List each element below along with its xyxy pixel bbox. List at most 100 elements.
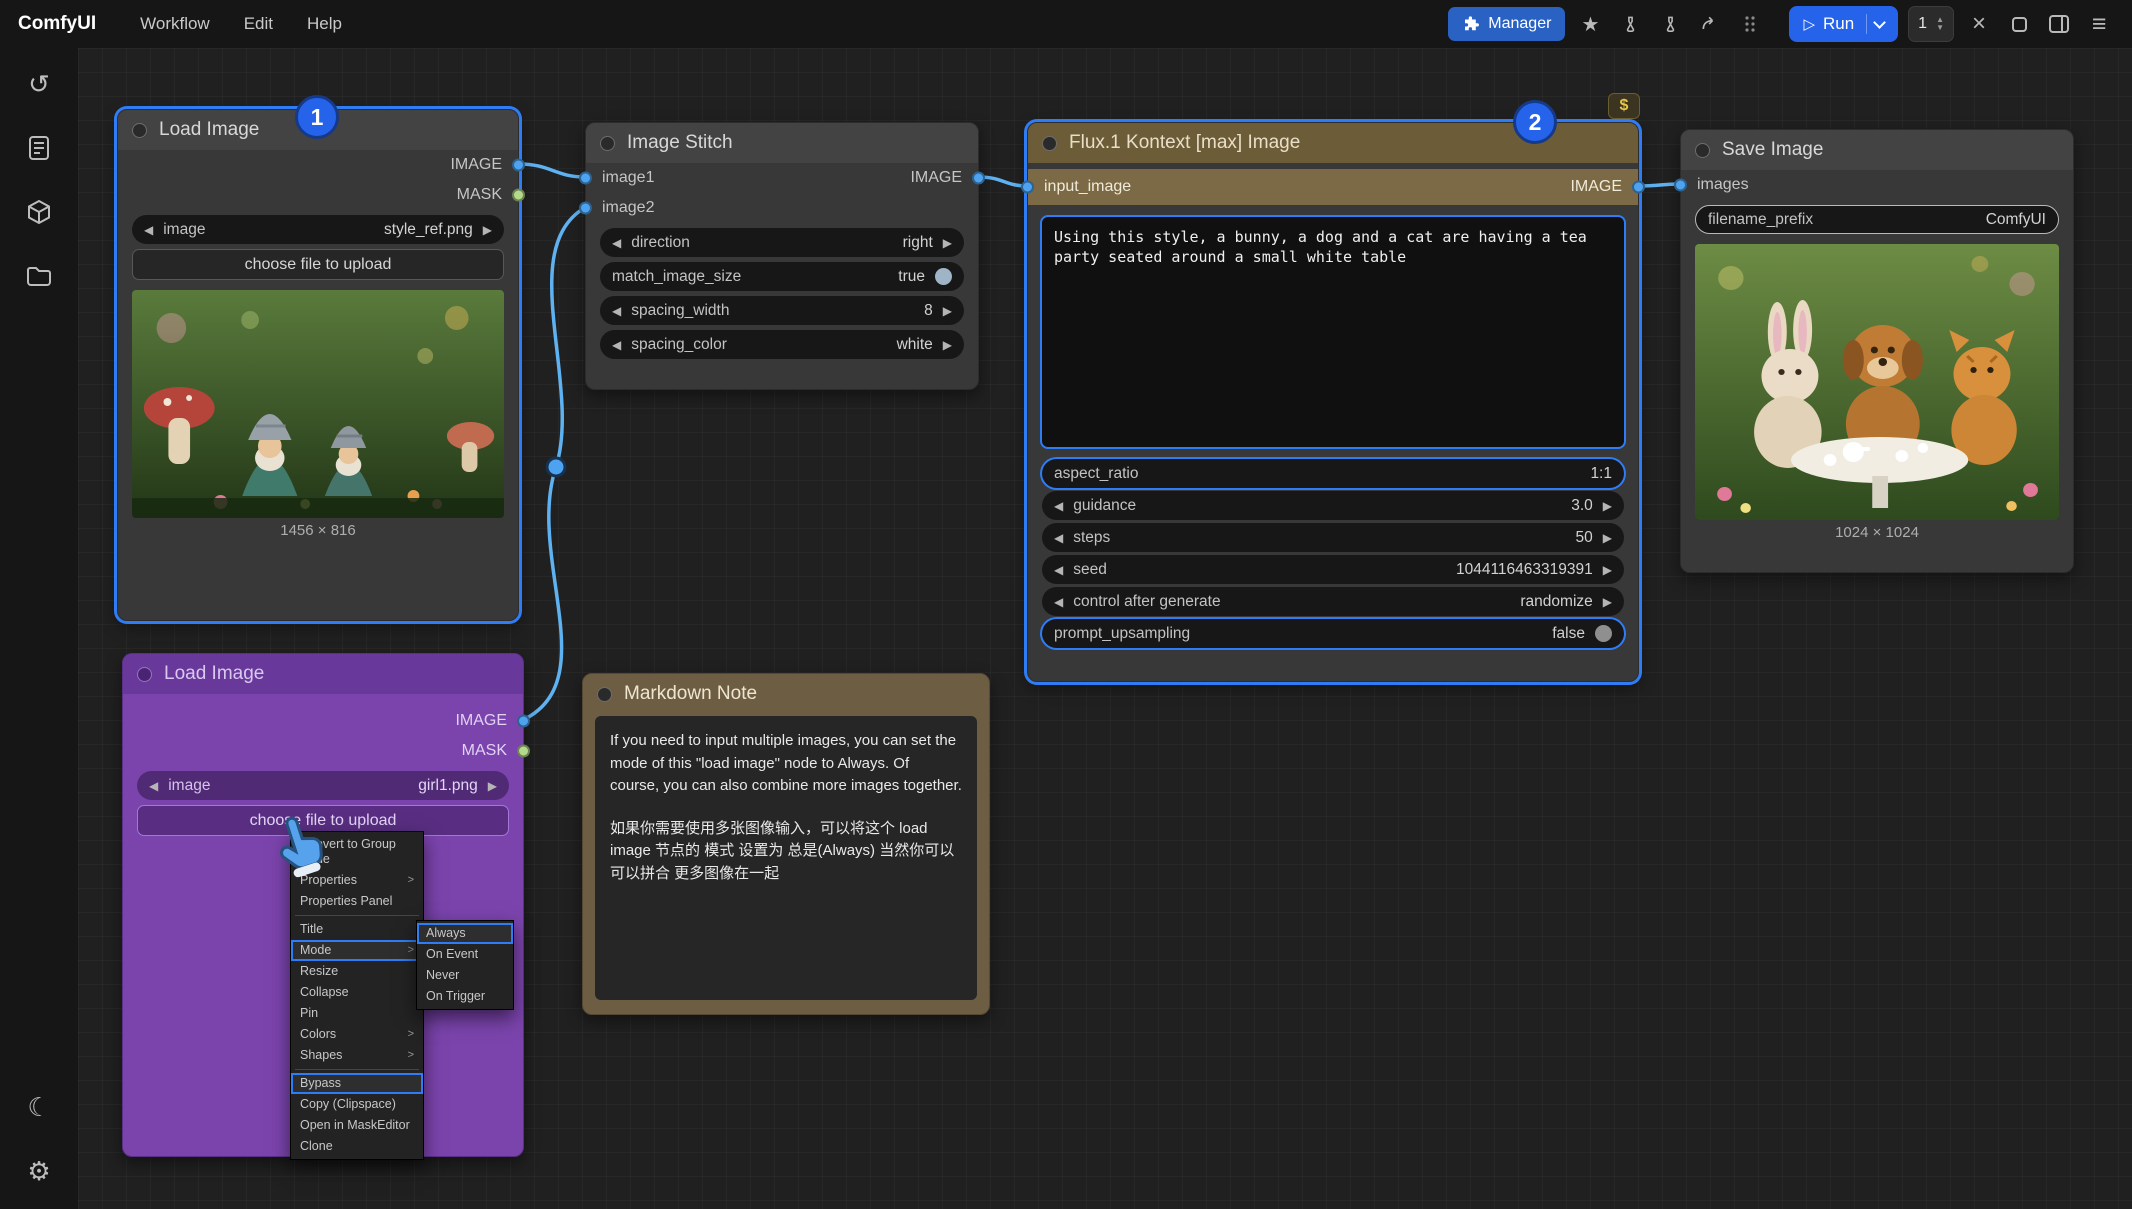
submenu-item-always[interactable]: Always [417,923,513,944]
input-slot-image2[interactable]: image2 [586,193,978,223]
collapse-dot[interactable] [132,123,147,138]
combo-left-arrow-icon[interactable]: ◀ [1054,532,1063,544]
image-output-dot[interactable] [512,159,525,172]
output-slot-mask[interactable]: MASK [123,736,523,766]
workflows-folder-icon[interactable] [19,256,59,296]
combo-left-arrow-icon[interactable]: ◀ [612,305,621,317]
menu-item-pin[interactable]: Pin [291,1003,423,1024]
input-slot-image1[interactable]: image1 IMAGE [586,163,978,193]
upload-button[interactable]: choose file to upload [132,249,504,280]
node-image-stitch[interactable]: Image Stitch image1 IMAGE image2 ◀ direc… [585,122,979,390]
combo-right-arrow-icon[interactable]: ▶ [1603,596,1612,608]
prompt-upsampling-toggle-widget[interactable]: prompt_upsampling false [1042,619,1624,648]
combo-right-arrow-icon[interactable]: ▶ [1603,500,1612,512]
seed-widget[interactable]: ◀ seed 1044116463319391 ▶ [1042,555,1624,584]
prompt-textarea[interactable]: Using this style, a bunny, a dog and a c… [1040,215,1626,449]
combo-left-arrow-icon[interactable]: ◀ [612,339,621,351]
output-slot-mask[interactable]: MASK [118,180,518,210]
combo-right-arrow-icon[interactable]: ▶ [488,780,497,792]
node-header[interactable]: Image Stitch [586,123,978,163]
menu-item-collapse[interactable]: Collapse [291,982,423,1003]
collapse-dot[interactable] [137,667,152,682]
history-icon[interactable]: ↺ [19,64,59,104]
image-output-dot[interactable] [972,172,985,185]
menu-item-colors[interactable]: Colors> [291,1024,423,1045]
collapse-dot[interactable] [1695,143,1710,158]
collapse-dot[interactable] [600,136,615,151]
hamburger-menu-icon[interactable]: ≡ [2084,9,2114,39]
star-icon[interactable]: ★ [1575,9,1605,39]
menu-item-copy-clipspace[interactable]: Copy (Clipspace) [291,1094,423,1115]
output-slot-image[interactable]: IMAGE [123,706,523,736]
node-load-image[interactable]: 1 Load Image IMAGE MASK ◀ image style_re… [117,109,519,621]
combo-right-arrow-icon[interactable]: ▶ [943,305,952,317]
flask-icon-1[interactable] [1615,9,1645,39]
mask-output-dot[interactable] [517,745,530,758]
mask-output-dot[interactable] [512,189,525,202]
steps-widget[interactable]: ◀ steps 50 ▶ [1042,523,1624,552]
image-output-dot[interactable] [1632,181,1645,194]
output-slot-image[interactable]: IMAGE [118,150,518,180]
combo-left-arrow-icon[interactable]: ◀ [612,237,621,249]
theme-moon-icon[interactable]: ☾ [19,1087,59,1127]
flask-icon-2[interactable] [1655,9,1685,39]
combo-left-arrow-icon[interactable]: ◀ [144,224,153,236]
menu-item-mode[interactable]: Mode> [291,940,423,961]
image1-input-dot[interactable] [579,172,592,185]
menu-item-resize[interactable]: Resize [291,961,423,982]
menu-item-title[interactable]: Title [291,919,423,940]
menu-item-clone[interactable]: Clone [291,1136,423,1157]
run-button[interactable]: ▷ Run [1789,6,1898,42]
aspect-ratio-widget[interactable]: aspect_ratio 1:1 [1042,459,1624,488]
combo-left-arrow-icon[interactable]: ◀ [1054,500,1063,512]
menu-workflow[interactable]: Workflow [126,8,224,40]
submenu-item-on-trigger[interactable]: On Trigger [417,986,513,1007]
image-combo-widget[interactable]: ◀ image girl1.png ▶ [137,771,509,800]
spacing-color-widget[interactable]: ◀ spacing_color white ▶ [600,330,964,359]
combo-left-arrow-icon[interactable]: ◀ [1054,596,1063,608]
direction-combo-widget[interactable]: ◀ direction right ▶ [600,228,964,257]
toggle-knob[interactable] [935,268,952,285]
node-flux-kontext[interactable]: 2 $ Flux.1 Kontext [max] Image input_ima… [1027,122,1639,682]
node-markdown-note[interactable]: Markdown Note If you need to input multi… [582,673,990,1015]
input-slot-images[interactable]: images [1681,170,2073,200]
menu-item-properties-panel[interactable]: Properties Panel [291,891,423,912]
image-combo-widget[interactable]: ◀ image style_ref.png ▶ [132,215,504,244]
stepper-arrows-icon[interactable]: ▲▼ [1936,16,1944,32]
submenu-item-never[interactable]: Never [417,965,513,986]
input-image-dot[interactable] [1021,181,1034,194]
input-slot-input-image[interactable]: input_image IMAGE [1028,169,1638,205]
settings-gear-icon[interactable]: ⚙ [19,1151,59,1191]
combo-right-arrow-icon[interactable]: ▶ [1603,532,1612,544]
panel-toggle-icon[interactable] [2044,9,2074,39]
node-library-icon[interactable] [19,128,59,168]
collapse-dot[interactable] [597,687,612,702]
combo-right-arrow-icon[interactable]: ▶ [483,224,492,236]
guidance-widget[interactable]: ◀ guidance 3.0 ▶ [1042,491,1624,520]
share-icon[interactable] [1695,9,1725,39]
combo-right-arrow-icon[interactable]: ▶ [1603,564,1612,576]
combo-right-arrow-icon[interactable]: ▶ [943,339,952,351]
images-input-dot[interactable] [1674,179,1687,192]
batch-count-stepper[interactable]: 1 ▲▼ [1908,6,1954,42]
submenu-item-on-event[interactable]: On Event [417,944,513,965]
combo-right-arrow-icon[interactable]: ▶ [943,237,952,249]
menu-edit[interactable]: Edit [230,8,287,40]
menu-item-shapes[interactable]: Shapes> [291,1045,423,1066]
node-save-image[interactable]: Save Image images filename_prefix ComfyU… [1680,129,2074,573]
match-image-size-toggle-widget[interactable]: match_image_size true [600,262,964,291]
manager-button[interactable]: Manager [1448,7,1565,41]
close-icon[interactable]: × [1964,9,1994,39]
node-header[interactable]: Save Image [1681,130,2073,170]
model-library-icon[interactable] [19,192,59,232]
control-after-generate-widget[interactable]: ◀ control after generate randomize ▶ [1042,587,1624,616]
image2-input-dot[interactable] [579,202,592,215]
menu-item-bypass[interactable]: Bypass [291,1073,423,1094]
combo-left-arrow-icon[interactable]: ◀ [1054,564,1063,576]
image-output-dot[interactable] [517,715,530,728]
toggle-knob[interactable] [1595,625,1612,642]
combo-left-arrow-icon[interactable]: ◀ [149,780,158,792]
collapse-dot[interactable] [1042,136,1057,151]
menu-help[interactable]: Help [293,8,356,40]
filename-prefix-widget[interactable]: filename_prefix ComfyUI [1695,205,2059,234]
